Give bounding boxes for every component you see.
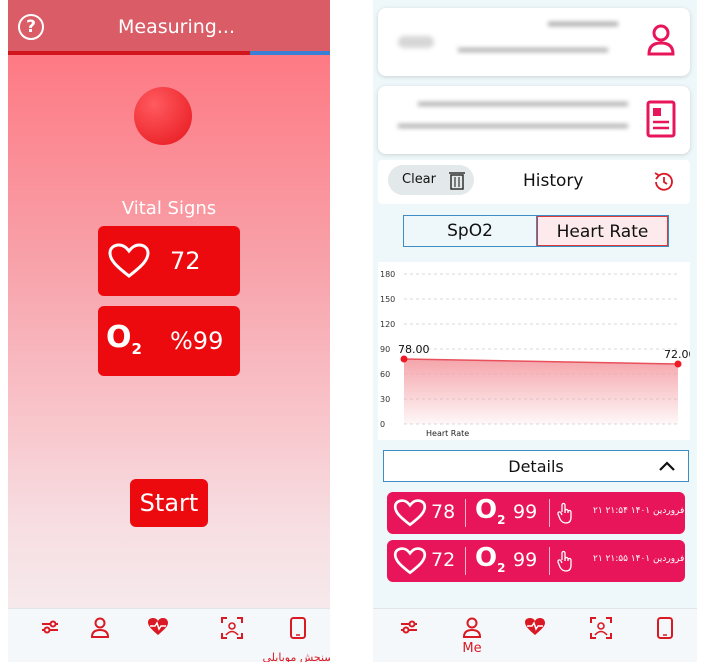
heart-rate-card: 72 [98,226,240,296]
chart-data-label: 72.00 [664,348,690,361]
nav-scan[interactable] [212,617,252,643]
heart-pulse-icon [148,618,168,635]
record-divider [549,547,550,575]
record-divider [549,499,550,527]
measure-header: ? Measuring... [8,0,330,55]
sliders-icon [401,620,417,634]
chevron-up-icon [659,461,675,471]
help-icon[interactable]: ? [18,14,44,40]
spo2-card: O2 %99 [98,306,240,376]
profile-icon [647,24,675,56]
record-divider [465,547,466,575]
trash-icon [449,172,465,190]
chart-legend-label: Heart Rate [426,429,469,438]
nav-profile[interactable] [80,617,120,643]
heart-rate-value: 72 [170,247,201,275]
bmi-card[interactable] [378,86,690,154]
record-row[interactable]: 72 O2 99 ۲۱ فروردین ۱۴۰۱ ۲۱:۵۵ [387,540,685,582]
record-heart-rate: 72 [431,549,456,571]
record-heart-rate: 78 [431,501,456,523]
measure-progress-fill [8,51,250,55]
blurred-badge [398,36,434,48]
chart-data-point [400,355,408,363]
measure-progress-bar [8,51,330,55]
measure-screen: ? Measuring... Vital Signs 72 O2 %99 Sta… [8,0,330,662]
blurred-bmi-row-2 [398,124,628,134]
clear-label: Clear [402,172,436,187]
chart-data-point [674,360,682,368]
measure-title: Measuring... [118,16,235,38]
finger-touch-icon [557,502,572,524]
report-icon [646,100,676,138]
record-datetime: ۲۱ فروردین ۱۴۰۱ ۲۱:۵۴ [593,506,685,516]
record-spo2: 99 [513,549,538,571]
nav-mobile-label: سنجش موبایلی [262,651,330,662]
user-icon [90,617,110,638]
clear-button[interactable]: Clear [388,165,474,195]
heart-icon [393,547,427,575]
bottom-nav: Me [373,608,697,662]
profile-card[interactable] [378,8,690,76]
phone-icon [290,617,306,639]
nav-mobile-measure[interactable] [645,617,685,643]
tab-heart-rate[interactable]: Heart Rate [537,216,668,246]
heart-pulse-icon [525,618,545,635]
details-label: Details [508,457,564,476]
oxygen-icon: O2 [475,495,506,528]
chart-svg: 0 30 60 90 120 150 180 78.00 72.00 Heart Rate [380,270,696,438]
face-scan-icon [590,617,612,639]
nav-settings[interactable] [389,617,429,641]
heart-icon [108,243,150,278]
nav-heart[interactable] [138,617,178,641]
pulse-indicator [134,87,192,145]
nav-me[interactable]: Me [452,617,492,656]
chart-y-tick-label: 120 [380,320,395,329]
history-clock-icon[interactable] [652,170,676,194]
nav-settings[interactable] [30,617,70,641]
chart-y-tick-label: 30 [380,395,390,404]
face-scan-icon [221,617,243,639]
history-bar: Clear History [378,160,690,204]
chart-data-label: 78.00 [398,343,430,356]
phone-icon [657,617,673,639]
blurred-bmi-row-1 [418,102,628,112]
start-button[interactable]: Start [130,479,208,527]
chart-area-fill [404,359,678,424]
heart-icon [393,499,427,527]
history-title: History [523,171,584,191]
record-datetime: ۲۱ فروردین ۱۴۰۱ ۲۱:۵۵ [593,554,685,564]
record-spo2: 99 [513,501,538,523]
vital-signs-label: Vital Signs [121,198,217,219]
record-row[interactable]: 78 O2 99 ۲۱ فروردین ۱۴۰۱ ۲۱:۵۴ [387,492,685,534]
chart-y-tick-label: 90 [380,345,390,354]
sliders-icon [42,620,58,634]
chart-y-tick-label: 60 [380,370,390,379]
blurred-details [458,48,608,58]
oxygen-icon: O2 [475,543,506,576]
bottom-nav: سنجش موبایلی [8,608,330,662]
oxygen-icon: O2 [106,320,142,358]
record-divider [465,499,466,527]
nav-me-label: Me [462,641,482,656]
chart-y-tick-label: 150 [380,295,395,304]
chart-y-tick-label: 0 [380,420,385,429]
nav-scan[interactable] [581,617,621,643]
history-screen: Clear History SpO2 Heart Rate 0 30 60 90 120… [373,0,697,662]
user-icon [462,617,482,638]
spo2-value: %99 [170,327,224,355]
tab-spo2[interactable]: SpO2 [404,216,537,246]
finger-touch-icon [557,550,572,572]
metric-tabs: SpO2 Heart Rate [403,215,669,247]
blurred-name [548,22,618,32]
heart-rate-chart: 0 30 60 90 120 150 180 78.00 72.00 Heart Rate [378,262,696,440]
chart-y-tick-label: 180 [380,270,395,279]
nav-mobile-measure[interactable]: سنجش موبایلی [262,617,330,662]
nav-heart[interactable] [515,617,555,641]
details-toggle[interactable]: Details [383,450,689,482]
